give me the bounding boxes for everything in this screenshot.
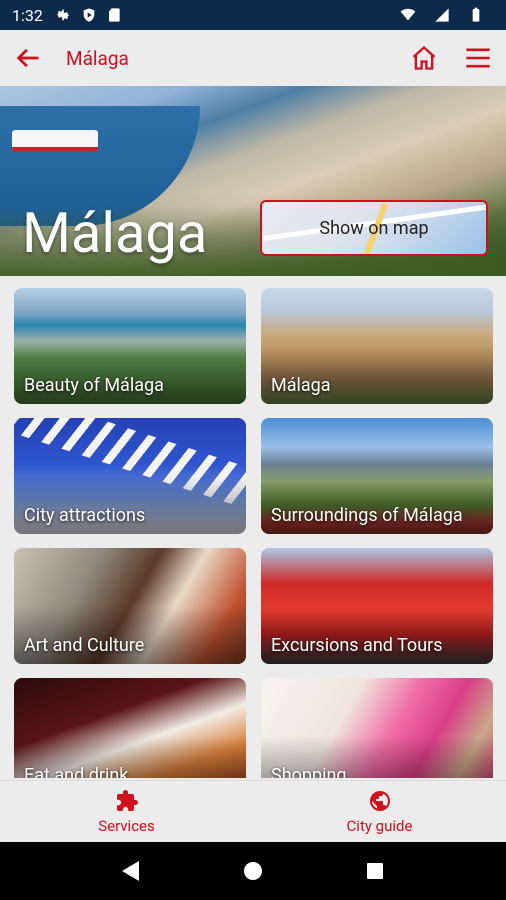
tile-label: Art and Culture: [24, 635, 145, 656]
show-on-map-label: Show on map: [319, 218, 429, 239]
triangle-back-icon: [122, 861, 139, 881]
arrow-back-icon: [16, 48, 39, 68]
battery-icon: [472, 7, 480, 22]
hero-ship: [12, 130, 98, 152]
nav-city-guide-label: City guide: [346, 816, 413, 835]
bottom-navigation: Services City guide: [0, 780, 506, 842]
wifi-icon: [400, 8, 416, 21]
tile-beauty-of-malaga[interactable]: Beauty of Málaga: [14, 288, 246, 404]
show-on-map-button[interactable]: Show on map: [260, 200, 488, 256]
puzzle-icon: [116, 789, 138, 811]
signal-icon: [435, 8, 449, 22]
home-icon: [412, 45, 436, 70]
page-title: Málaga: [66, 46, 129, 70]
globe-icon: [369, 790, 390, 811]
system-home-button[interactable]: [241, 859, 265, 883]
menu-button[interactable]: [462, 42, 494, 74]
tile-label: Excursions and Tours: [271, 635, 443, 656]
circle-home-icon: [244, 862, 262, 880]
tile-label: City attractions: [24, 505, 146, 526]
system-navigation: [0, 842, 506, 900]
app-bar: Málaga: [0, 30, 506, 86]
status-time: 1:32: [12, 5, 43, 25]
play-protect-icon: [83, 8, 95, 22]
nav-services-label: Services: [98, 816, 155, 835]
settings-icon: [56, 9, 69, 21]
sd-card-icon: [108, 8, 120, 22]
tile-eat-and-drink[interactable]: Eat and drink: [14, 678, 246, 778]
home-button[interactable]: [408, 42, 440, 74]
tile-excursions-and-tours[interactable]: Excursions and Tours: [261, 548, 493, 664]
system-back-button[interactable]: [119, 859, 143, 883]
tile-label: Málaga: [271, 375, 331, 396]
tile-label: Surroundings of Málaga: [271, 505, 463, 526]
nav-services[interactable]: Services: [0, 781, 253, 842]
hero-city-name: Málaga: [22, 200, 208, 266]
category-grid: Beauty of Málaga Málaga City attractions…: [14, 288, 494, 778]
tile-malaga[interactable]: Málaga: [261, 288, 493, 404]
tile-label: Shopping: [271, 765, 347, 778]
hamburger-menu-icon: [466, 48, 490, 68]
nav-city-guide[interactable]: City guide: [253, 781, 506, 842]
tile-surroundings[interactable]: Surroundings of Málaga: [261, 418, 493, 534]
hero-banner: Málaga Show on map: [0, 86, 506, 276]
status-bar: 1:32: [0, 0, 506, 30]
tile-label: Eat and drink: [24, 765, 129, 778]
tile-city-attractions[interactable]: City attractions: [14, 418, 246, 534]
back-button[interactable]: [12, 42, 44, 74]
square-recents-icon: [367, 863, 383, 879]
tile-shopping[interactable]: Shopping: [261, 678, 493, 778]
tile-label: Beauty of Málaga: [24, 375, 164, 396]
tile-art-and-culture[interactable]: Art and Culture: [14, 548, 246, 664]
system-recents-button[interactable]: [363, 859, 387, 883]
